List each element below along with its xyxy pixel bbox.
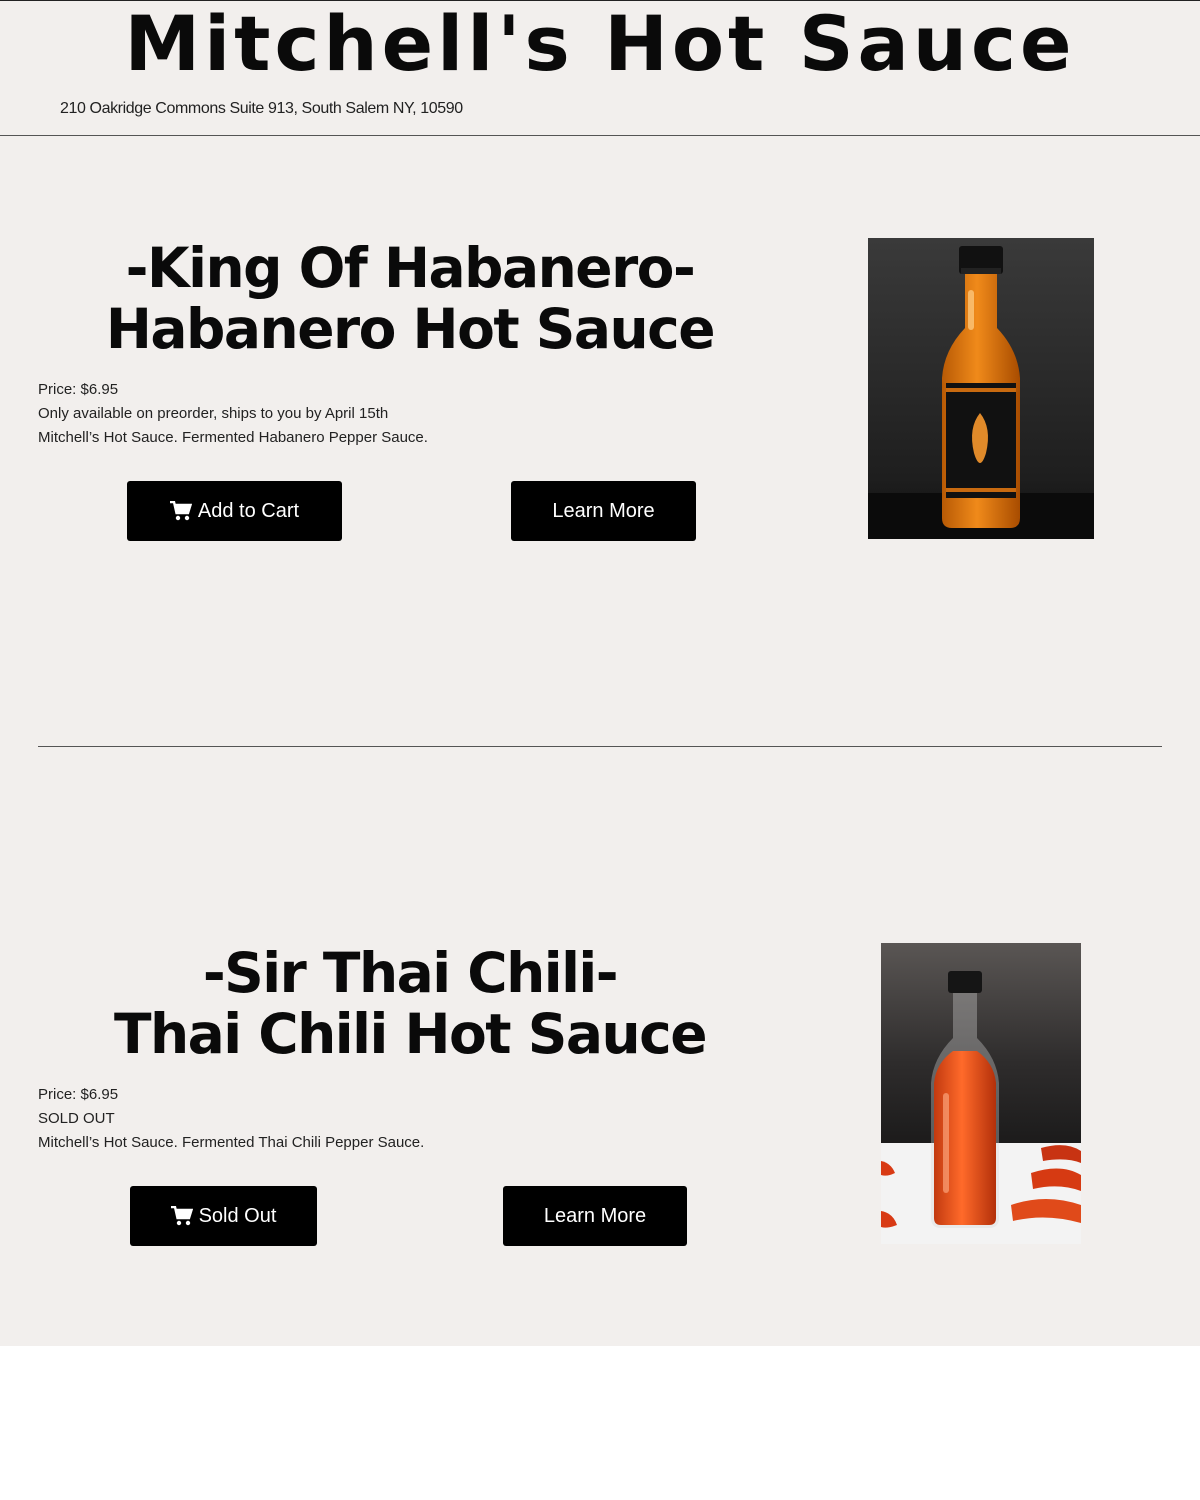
learn-more-button[interactable]: Learn More bbox=[511, 481, 696, 541]
site-title: Mitchell's Hot Sauce bbox=[124, 0, 1076, 88]
product-availability: Only available on preorder, ships to you… bbox=[38, 405, 389, 422]
add-to-cart-label: Add to Cart bbox=[197, 499, 300, 522]
product-price: Price: $6.95 bbox=[38, 1086, 119, 1103]
learn-more-label: Learn More bbox=[552, 499, 655, 522]
product-title: -King Of Habanero- Habanero Hot Sauce bbox=[40, 238, 780, 360]
add-to-cart-button[interactable]: Add to Cart bbox=[127, 481, 342, 541]
product-photo-thai-chili bbox=[881, 943, 1081, 1244]
product-availability: SOLD OUT bbox=[38, 1110, 115, 1127]
product-subtitle: Thai Chili Hot Sauce bbox=[113, 1002, 708, 1066]
product-info: Price: $6.95 SOLD OUT Mitchell’s Hot Sau… bbox=[38, 1083, 424, 1155]
product-description: Mitchell’s Hot Sauce. Fermented Habanero… bbox=[38, 429, 428, 446]
store-address: 210 Oakridge Commons Suite 913, South Sa… bbox=[60, 100, 463, 117]
product-info: Price: $6.95 Only available on preorder,… bbox=[38, 378, 428, 450]
shopping-cart-icon bbox=[169, 501, 192, 521]
product-subtitle: Habanero Hot Sauce bbox=[105, 297, 716, 361]
product-name: -Sir Thai Chili- bbox=[202, 941, 619, 1005]
product-description: Mitchell’s Hot Sauce. Fermented Thai Chi… bbox=[38, 1134, 425, 1151]
sold-out-button[interactable]: Sold Out bbox=[130, 1186, 317, 1246]
product-photo-habanero bbox=[868, 238, 1094, 539]
header-divider bbox=[0, 135, 1200, 136]
learn-more-label: Learn More bbox=[543, 1204, 647, 1227]
section-divider bbox=[38, 746, 1162, 747]
learn-more-button[interactable]: Learn More bbox=[503, 1186, 687, 1246]
product-price: Price: $6.95 bbox=[38, 381, 119, 398]
shopping-cart-icon bbox=[170, 1206, 193, 1226]
product-title: -Sir Thai Chili- Thai Chili Hot Sauce bbox=[40, 943, 780, 1065]
product-name: -King Of Habanero- bbox=[125, 236, 696, 300]
sold-out-label: Sold Out bbox=[198, 1204, 277, 1227]
